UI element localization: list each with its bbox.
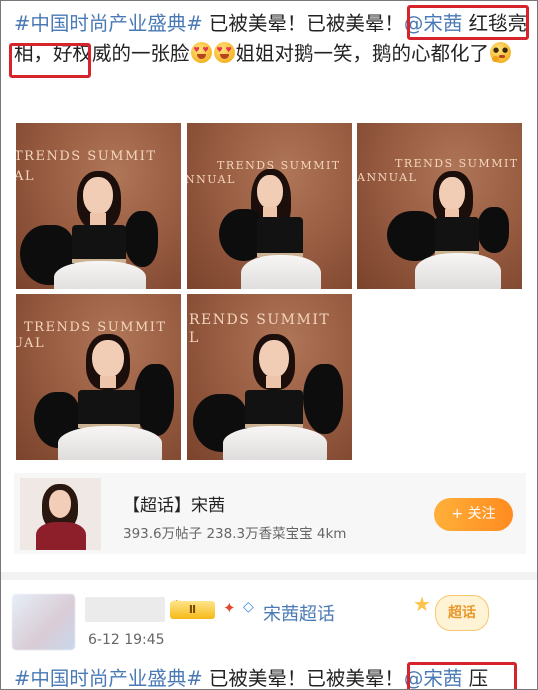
highlight-box-red-carpet <box>9 43 91 78</box>
topic-link[interactable]: #中国时尚产业盛典# <box>14 12 203 35</box>
fire-icon: ✦ <box>223 599 236 617</box>
post-text-segment: 已被美晕！已被美晕！ <box>202 667 404 690</box>
thinking-emoji-icon: ● ● <box>490 42 512 63</box>
post-text-segment: 已被美晕！已被美晕！ <box>202 12 404 35</box>
highlight-box-mention-2 <box>407 662 517 689</box>
username-blurred[interactable] <box>85 597 165 622</box>
backdrop-text: RENDS SUMMIT <box>189 312 331 328</box>
heart-eyes-emoji-icon: ♥ ♥ <box>213 42 235 63</box>
person-figure <box>193 334 351 460</box>
sticker-label: 超话 <box>435 595 489 631</box>
backdrop-text: TRENDS SUMMIT <box>395 157 519 170</box>
supertopic-thumbnail <box>20 478 101 550</box>
post-timestamp: 6-12 19:45 <box>88 632 165 648</box>
topic-link[interactable]: #中国时尚产业盛典# <box>14 667 203 689</box>
supertopic-card[interactable]: 【超话】宋茜 393.6万帖子 238.3万香菜宝宝 4km + 关注 <box>14 473 526 554</box>
supertopic-sticker: ★ 超话 <box>413 592 493 632</box>
avatar[interactable] <box>12 594 75 650</box>
supertopic-title[interactable]: 【超话】宋茜 <box>123 491 225 516</box>
supertopic-stats: 393.6万帖子 238.3万香菜宝宝 4km <box>123 526 347 542</box>
vip-level-badge: Ⅱ <box>170 601 215 619</box>
highlight-box-mention <box>407 5 529 40</box>
photo-2[interactable]: TRENDS SUMMIT NNUAL <box>187 123 352 289</box>
backdrop-text: TRENDS SUMMIT <box>16 149 157 164</box>
person-figure <box>387 171 519 289</box>
person-figure <box>217 169 347 289</box>
follow-button[interactable]: + 关注 <box>434 498 513 531</box>
supertopic-name-link[interactable]: 宋茜超话 <box>263 600 335 626</box>
heart-eyes-emoji-icon: ♥ ♥ <box>190 42 212 63</box>
photo-5[interactable]: RENDS SUMMIT L <box>187 294 352 460</box>
photo-1[interactable]: TRENDS SUMMIT AL <box>16 123 181 289</box>
star-wand-icon: ★ <box>413 592 431 616</box>
person-figure <box>20 171 180 289</box>
post-divider <box>1 572 537 580</box>
post-text-segment: 姐姐对鹅一笑，鹅的心都化了 <box>235 42 490 65</box>
weibo-screenshot: #中国时尚产业盛典# 已被美晕！已被美晕！@宋茜 红毯亮相，好权威的一张脸 ♥ ♥ ♥… <box>0 0 538 690</box>
backdrop-text: TRENDS SUMMIT <box>24 320 167 335</box>
diamond-icon: ◇ <box>243 599 254 615</box>
photo-4[interactable]: TRENDS SUMMIT UAL <box>16 294 181 460</box>
photo-3[interactable]: TRENDS SUMMIT ANNUAL <box>357 123 522 289</box>
person-figure <box>34 334 181 460</box>
